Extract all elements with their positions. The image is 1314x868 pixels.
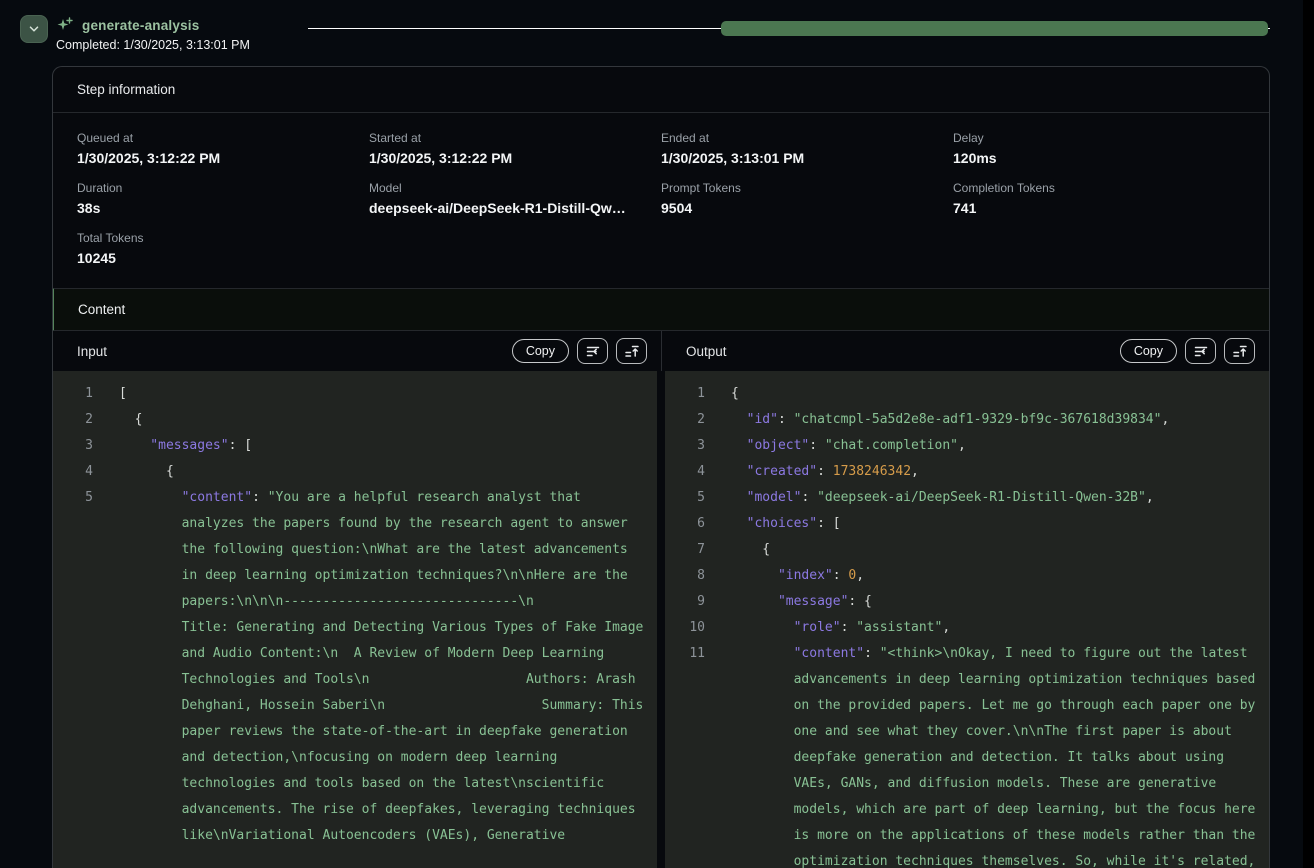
code-text: { bbox=[731, 537, 1257, 563]
collapse-step-button[interactable] bbox=[20, 15, 48, 43]
wrap-text-icon-button[interactable] bbox=[577, 338, 608, 364]
code-line: 1{ bbox=[679, 381, 1257, 407]
field-delay: Delay 120ms bbox=[953, 131, 1245, 166]
step-header: generate-analysis Completed: 1/30/2025, … bbox=[56, 17, 250, 52]
chevron-down-icon bbox=[27, 22, 41, 36]
code-text: { bbox=[119, 459, 645, 485]
line-number: 10 bbox=[679, 615, 705, 641]
wrap-text-icon bbox=[585, 343, 601, 359]
line-number: 3 bbox=[679, 433, 705, 459]
input-panel-title: Input bbox=[77, 344, 504, 359]
field-completion-tokens: Completion Tokens 741 bbox=[953, 181, 1245, 216]
field-duration: Duration 38s bbox=[77, 181, 369, 216]
line-number: 11 bbox=[679, 641, 705, 667]
code-text: { bbox=[731, 381, 1257, 407]
code-text: "content": "You are a helpful research a… bbox=[119, 485, 645, 849]
step-information-title: Step information bbox=[77, 82, 175, 97]
code-line: 9 "message": { bbox=[679, 589, 1257, 615]
code-text: "content": "<think>\nOkay, I need to fig… bbox=[731, 641, 1257, 868]
code-line: 11 "content": "<think>\nOkay, I need to f… bbox=[679, 641, 1257, 868]
code-text: "index": 0, bbox=[731, 563, 1257, 589]
output-panel-title: Output bbox=[686, 344, 1112, 359]
code-line: 7{ bbox=[679, 537, 1257, 563]
line-number: 3 bbox=[67, 433, 93, 459]
line-number: 2 bbox=[679, 407, 705, 433]
step-information-grid: Queued at 1/30/2025, 3:12:22 PM Started … bbox=[53, 113, 1269, 288]
code-line: 3 "messages": [ bbox=[67, 433, 645, 459]
code-line: 1[ bbox=[67, 381, 645, 407]
code-line: 8 "index": 0, bbox=[679, 563, 1257, 589]
wrap-text-icon-button[interactable] bbox=[1185, 338, 1216, 364]
code-text: "role": "assistant", bbox=[731, 615, 1257, 641]
window-scrollbar-track[interactable] bbox=[1303, 0, 1314, 868]
field-started-at: Started at 1/30/2025, 3:12:22 PM bbox=[369, 131, 661, 166]
scroll-top-icon bbox=[624, 343, 640, 359]
code-line: 5 "model": "deepseek-ai/DeepSeek-R1-Disti… bbox=[679, 485, 1257, 511]
code-line: 3 "object": "chat.completion", bbox=[679, 433, 1257, 459]
code-line: 10 "role": "assistant", bbox=[679, 615, 1257, 641]
field-total-tokens: Total Tokens 10245 bbox=[77, 231, 369, 266]
content-title: Content bbox=[78, 302, 125, 317]
wrap-text-icon bbox=[1193, 343, 1209, 359]
line-number: 1 bbox=[679, 381, 705, 407]
line-number: 4 bbox=[67, 459, 93, 485]
code-line: 2 "id": "chatcmpl-5a5d2e8e-adf1-9329-bf9c… bbox=[679, 407, 1257, 433]
code-text: { bbox=[119, 407, 645, 433]
code-text: "message": { bbox=[731, 589, 1257, 615]
line-number: 6 bbox=[679, 511, 705, 537]
step-title: generate-analysis bbox=[82, 18, 199, 33]
line-number: 5 bbox=[67, 485, 93, 511]
sparkles-icon bbox=[56, 17, 73, 34]
code-text: "created": 1738246342, bbox=[731, 459, 1257, 485]
scroll-top-icon bbox=[1232, 343, 1248, 359]
output-code-panel[interactable]: 1{2"id": "chatcmpl-5a5d2e8e-adf1-9329-bf… bbox=[665, 371, 1269, 868]
line-number: 8 bbox=[679, 563, 705, 589]
io-header-row: Input Copy Output Copy bbox=[53, 331, 1269, 371]
code-text: "model": "deepseek-ai/DeepSeek-R1-Distil… bbox=[731, 485, 1257, 511]
scroll-top-icon-button[interactable] bbox=[1224, 338, 1255, 364]
field-model: Model deepseek-ai/DeepSeek-R1-Distill-Qw… bbox=[369, 181, 661, 216]
code-line: 2{ bbox=[67, 407, 645, 433]
output-panel-header: Output Copy bbox=[661, 331, 1269, 371]
copy-input-button[interactable]: Copy bbox=[512, 339, 569, 363]
line-number: 4 bbox=[679, 459, 705, 485]
content-section-header[interactable]: Content bbox=[52, 288, 1269, 331]
code-line: 6 "choices": [ bbox=[679, 511, 1257, 537]
copy-output-button[interactable]: Copy bbox=[1120, 339, 1177, 363]
code-text: "object": "chat.completion", bbox=[731, 433, 1257, 459]
line-number: 5 bbox=[679, 485, 705, 511]
input-code-panel[interactable]: 1[2{3"messages": [4{5"content": "You are… bbox=[53, 371, 657, 868]
line-number: 9 bbox=[679, 589, 705, 615]
field-ended-at: Ended at 1/30/2025, 3:13:01 PM bbox=[661, 131, 953, 166]
step-details-card: Step information Queued at 1/30/2025, 3:… bbox=[52, 66, 1270, 868]
code-line: 4{ bbox=[67, 459, 645, 485]
line-number: 7 bbox=[679, 537, 705, 563]
line-number: 2 bbox=[67, 407, 93, 433]
field-queued-at: Queued at 1/30/2025, 3:12:22 PM bbox=[77, 131, 369, 166]
code-panels: 1[2{3"messages": [4{5"content": "You are… bbox=[53, 371, 1269, 868]
scroll-top-icon-button[interactable] bbox=[616, 338, 647, 364]
step-completed-timestamp: Completed: 1/30/2025, 3:13:01 PM bbox=[56, 38, 250, 52]
input-panel-header: Input Copy bbox=[53, 331, 661, 371]
code-text: [ bbox=[119, 381, 645, 407]
code-line: 5 "content": "You are a helpful research … bbox=[67, 485, 645, 849]
code-text: "id": "chatcmpl-5a5d2e8e-adf1-9329-bf9c-… bbox=[731, 407, 1257, 433]
line-number: 1 bbox=[67, 381, 93, 407]
code-line: 4 "created": 1738246342, bbox=[679, 459, 1257, 485]
field-prompt-tokens: Prompt Tokens 9504 bbox=[661, 181, 953, 216]
step-information-header: Step information bbox=[53, 67, 1269, 113]
code-text: "choices": [ bbox=[731, 511, 1257, 537]
code-text: "messages": [ bbox=[119, 433, 645, 459]
timeline-span-bar[interactable] bbox=[721, 21, 1268, 36]
